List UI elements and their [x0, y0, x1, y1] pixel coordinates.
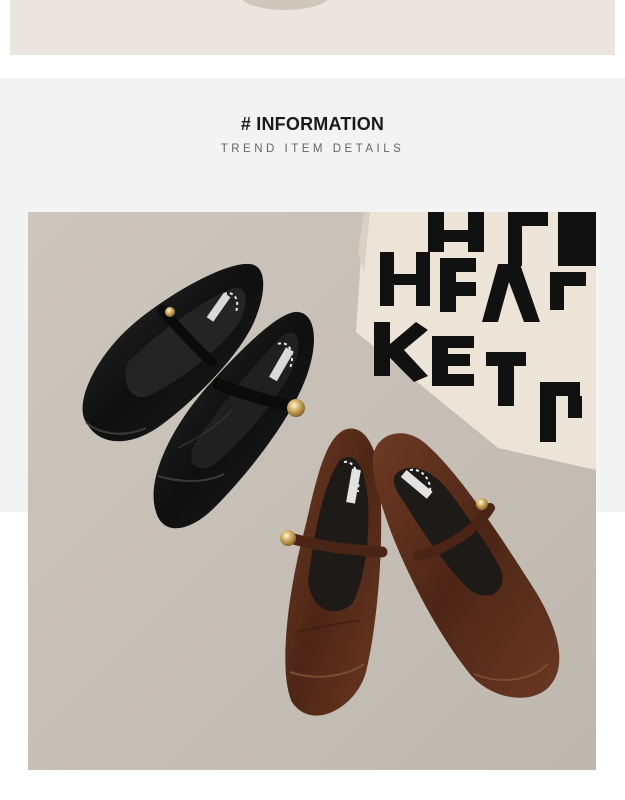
black-shoe-buckle — [287, 399, 305, 417]
top-photo-object — [240, 0, 330, 10]
top-product-photo-crop — [10, 0, 615, 55]
section-subtitle: TREND ITEM DETAILS — [220, 143, 405, 155]
section-title: # INFORMATION — [240, 114, 385, 134]
product-photo — [28, 212, 596, 770]
product-photo-illustration — [28, 212, 596, 770]
brown-shoe-buckle — [280, 530, 296, 546]
